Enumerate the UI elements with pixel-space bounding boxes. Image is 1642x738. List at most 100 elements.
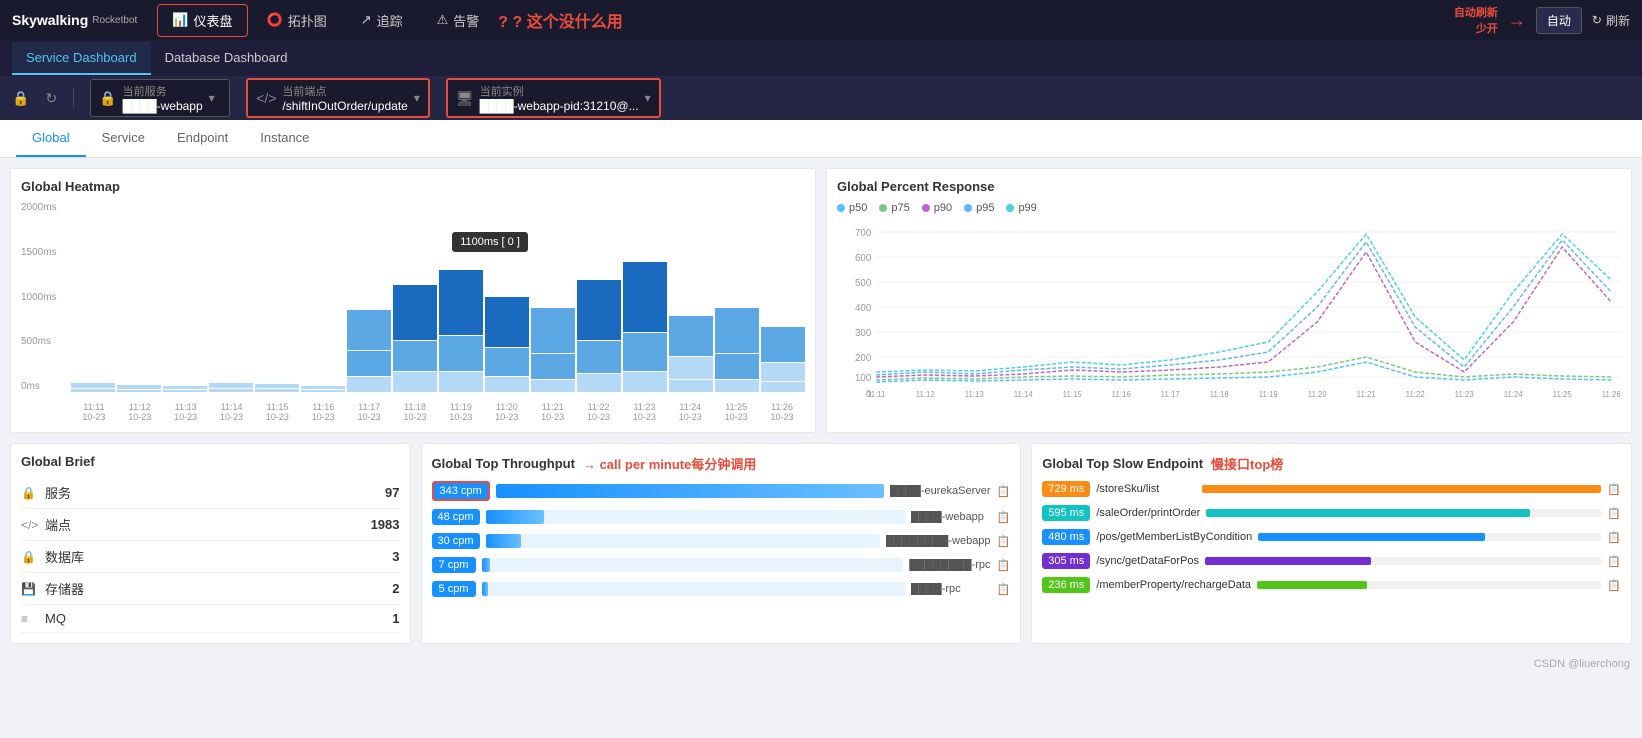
heatmap-column bbox=[301, 202, 345, 392]
heatmap-title: Global Heatmap bbox=[21, 179, 805, 194]
list-item: 30 cpm ████████-webapp 📋 bbox=[432, 533, 1011, 549]
storage-count: 2 bbox=[392, 581, 399, 596]
mq-icon: ≡ bbox=[21, 612, 39, 626]
app-sub: Rocketbot bbox=[92, 15, 137, 26]
copy-icon[interactable]: 📋 bbox=[1607, 483, 1621, 496]
cpm-badge-3: 30 cpm bbox=[432, 533, 480, 549]
copy-icon[interactable]: 📋 bbox=[1607, 507, 1621, 520]
copy-icon[interactable]: 📋 bbox=[1607, 531, 1621, 544]
svg-text:500: 500 bbox=[855, 278, 872, 289]
dashboard-icon: 📊 bbox=[172, 12, 188, 28]
auto-refresh-annotation2: 少开 bbox=[1476, 20, 1498, 36]
heatmap-column bbox=[577, 202, 621, 392]
list-item: 305 ms /sync/getDataForPos 📋 bbox=[1042, 553, 1621, 569]
ms-badge-5: 236 ms bbox=[1042, 577, 1090, 593]
tab-instance[interactable]: Instance bbox=[244, 120, 325, 157]
x-label: 11:19 10-23 bbox=[449, 402, 472, 422]
copy-icon[interactable]: 📋 bbox=[997, 535, 1011, 548]
global-brief-card: Global Brief 🔒 服务 97 </> 端点 1983 🔒 数据库 3… bbox=[10, 443, 411, 644]
toolbar: 🔒 ↻ 🔒 当前服务 ████-webapp ▾ </> 当前端点 /shift… bbox=[0, 76, 1642, 120]
slow-bar bbox=[1202, 485, 1601, 493]
service-selector[interactable]: 🔒 当前服务 ████-webapp ▾ bbox=[90, 79, 230, 117]
p50-dot bbox=[837, 204, 845, 212]
y-label-2000: 2000ms bbox=[21, 202, 66, 213]
copy-icon[interactable]: 📋 bbox=[1607, 579, 1621, 592]
endpoint-count: 1983 bbox=[371, 517, 400, 532]
svg-text:200: 200 bbox=[855, 353, 872, 364]
service-value: ████-webapp bbox=[123, 99, 203, 113]
list-item: </> 端点 1983 bbox=[21, 509, 400, 541]
database-count: 3 bbox=[392, 549, 399, 564]
throughput-name-5: ████-rpc bbox=[911, 583, 991, 595]
x-label: 11:14 10-23 bbox=[220, 402, 243, 422]
copy-icon[interactable]: 📋 bbox=[997, 559, 1011, 572]
cpm-badge-5: 5 cpm bbox=[432, 581, 476, 597]
y-label-1000: 1000ms bbox=[21, 292, 66, 303]
nav-topology-label: 拓扑图 bbox=[288, 11, 327, 30]
legend: p50 p75 p90 p95 p99 bbox=[837, 202, 1621, 214]
global-percent-response-card: Global Percent Response p50 p75 p90 p95 … bbox=[826, 168, 1632, 433]
alarm-icon: ⚠ bbox=[437, 12, 449, 28]
svg-text:11:26: 11:26 bbox=[1602, 390, 1621, 397]
database-dashboard-tab[interactable]: Database Dashboard bbox=[151, 42, 302, 75]
list-item: 7 cpm ████████-rpc 📋 bbox=[432, 557, 1011, 573]
line-chart-svg: 700 600 500 400 300 200 100 0 11:11 bbox=[837, 222, 1621, 397]
slow-endpoint-3: /pos/getMemberListByCondition bbox=[1096, 531, 1252, 543]
slow-endpoint-4: /sync/getDataForPos bbox=[1096, 555, 1199, 567]
x-label: 11:17 10-23 bbox=[358, 402, 381, 422]
svg-text:11:19: 11:19 bbox=[1259, 390, 1279, 397]
p75-label: p75 bbox=[891, 202, 909, 214]
list-item: 236 ms /memberProperty/rechargeData 📋 bbox=[1042, 577, 1621, 593]
refresh-button[interactable]: ↻ 刷新 bbox=[1592, 12, 1630, 29]
heatmap-column bbox=[531, 202, 575, 392]
service-dashboard-tab[interactable]: Service Dashboard bbox=[12, 42, 151, 75]
svg-text:11:12: 11:12 bbox=[916, 390, 935, 397]
endpoint-selector[interactable]: </> 当前端点 /shiftInOutOrder/update ▾ bbox=[246, 78, 430, 118]
legend-p95: p95 bbox=[964, 202, 994, 214]
p75-dot bbox=[879, 204, 887, 212]
percent-response-chart: 700 600 500 400 300 200 100 0 11:11 bbox=[837, 222, 1621, 397]
cpm-badge-2: 48 cpm bbox=[432, 509, 480, 525]
legend-p90: p90 bbox=[922, 202, 952, 214]
auto-button[interactable]: 自动 bbox=[1536, 7, 1582, 34]
tab-global[interactable]: Global bbox=[16, 120, 86, 157]
tab-endpoint[interactable]: Endpoint bbox=[161, 120, 244, 157]
copy-icon[interactable]: 📋 bbox=[997, 583, 1011, 596]
svg-text:11:14: 11:14 bbox=[1014, 390, 1034, 397]
throughput-bar bbox=[482, 582, 488, 596]
list-item: 5 cpm ████-rpc 📋 bbox=[432, 581, 1011, 597]
tab-service[interactable]: Service bbox=[86, 120, 161, 157]
x-label: 11:11 10-23 bbox=[82, 402, 105, 422]
copy-icon[interactable]: 📋 bbox=[997, 485, 1011, 498]
svg-text:11:15: 11:15 bbox=[1063, 390, 1083, 397]
x-label: 11:18 10-23 bbox=[404, 402, 427, 422]
heatmap-column bbox=[715, 202, 759, 392]
nav-alarm[interactable]: ⚠ 告警 bbox=[422, 4, 495, 37]
service-icon: 🔒 bbox=[21, 486, 39, 500]
heatmap-chart bbox=[71, 202, 805, 392]
copy-icon[interactable]: 📋 bbox=[997, 511, 1011, 524]
svg-text:11:16: 11:16 bbox=[1112, 390, 1132, 397]
refresh-icon: ↻ bbox=[1592, 13, 1602, 27]
instance-selector[interactable]: 🖥 当前实例 ████-webapp-pid:31210@... ▾ bbox=[446, 78, 661, 118]
service-label: 服务 bbox=[45, 483, 385, 502]
copy-icon[interactable]: 📋 bbox=[1607, 555, 1621, 568]
nav-trace[interactable]: ↗ 追踪 bbox=[346, 4, 418, 37]
heatmap-column bbox=[117, 202, 161, 392]
slow-title: Global Top Slow Endpoint bbox=[1042, 456, 1203, 471]
top-slow-card: Global Top Slow Endpoint 慢接口top榜 729 ms … bbox=[1031, 443, 1632, 644]
heatmap-column bbox=[485, 202, 529, 392]
svg-text:11:24: 11:24 bbox=[1504, 390, 1524, 397]
svg-text:11:21: 11:21 bbox=[1357, 390, 1377, 397]
slow-annotation: 慢接口top榜 bbox=[1211, 454, 1283, 473]
nav-dashboard[interactable]: 📊 仪表盘 bbox=[157, 4, 247, 37]
list-item: 595 ms /saleOrder/printOrder 📋 bbox=[1042, 505, 1621, 521]
nav-topology[interactable]: ⭕ 拓扑图 bbox=[252, 4, 342, 37]
heatmap-y-axis: 2000ms 1500ms 1000ms 500ms 0ms bbox=[21, 202, 66, 392]
slow-bar bbox=[1205, 557, 1371, 565]
refresh-icon[interactable]: ↻ bbox=[45, 90, 57, 107]
svg-text:11:18: 11:18 bbox=[1210, 390, 1230, 397]
ms-badge-2: 595 ms bbox=[1042, 505, 1090, 521]
p95-dot bbox=[964, 204, 972, 212]
endpoint-icon: </> bbox=[256, 90, 276, 106]
